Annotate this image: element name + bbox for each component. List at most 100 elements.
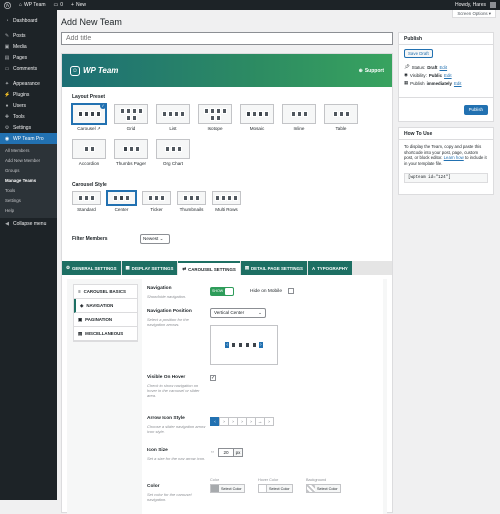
layout-inline[interactable]: Inline [282, 104, 316, 131]
layout-label: Inline [293, 126, 305, 131]
sidebar-item-plugins[interactable]: ⚡ Plugins [0, 89, 57, 100]
screen-options-button[interactable]: Screen Options ▾ [452, 10, 496, 18]
media-icon: ▣ [4, 43, 10, 50]
layout-isotope[interactable]: Isotope [198, 104, 232, 131]
learn-how-link[interactable]: Learn how [444, 155, 464, 160]
carousel-style-ticker[interactable]: Ticker [142, 191, 171, 212]
carousel-style-label: Carousel Style [72, 182, 107, 188]
carousel-style-thumbnails[interactable]: Thumbnails [177, 191, 206, 212]
site-name-link[interactable]: ⌂ WP Team [15, 0, 50, 10]
subtab-label: NAVIGATION [86, 303, 114, 308]
how-to-use-box: How To Use To display the Team, copy and… [398, 127, 494, 195]
team-settings-box: ☺ WP Team ⊕ Support Layout Preset ✓ Caro… [61, 53, 393, 514]
layout-thumbs-pager[interactable]: Thumbs Pager [114, 139, 148, 166]
navigation-toggle[interactable]: SHOW [210, 287, 234, 296]
icon-size-unit: px [233, 448, 243, 457]
collapse-menu-button[interactable]: ◀ Collapse menu [0, 218, 57, 229]
sidebar-item-label: Users [13, 102, 27, 109]
sidebar-item-dashboard[interactable]: ◔ Dashboard [0, 15, 57, 26]
edit-schedule-link[interactable]: Edit [454, 81, 462, 86]
carousel-style-standard[interactable]: Standard [72, 191, 101, 212]
tab-display-settings[interactable]: ▦ DISPLAY SETTINGS [121, 261, 178, 275]
hover-color-sub-label: Hover Color [258, 478, 279, 482]
support-link[interactable]: ⊕ Support [359, 68, 384, 74]
submenu-settings[interactable]: Settings [0, 196, 57, 206]
shortcode-field[interactable]: [wpteam id="124"] [404, 173, 488, 183]
submenu-help[interactable]: Help [0, 206, 57, 216]
comments-count: 0 [60, 2, 64, 8]
tab-general-settings[interactable]: ⚙ GENERAL SETTINGS [62, 261, 121, 275]
nav-position-select[interactable]: Vertical Center ⌄ [210, 308, 266, 318]
plug-icon: ⚡ [4, 91, 11, 98]
hide-on-mobile-checkbox[interactable] [288, 288, 294, 294]
edit-visibility-link[interactable]: Edit [444, 73, 452, 78]
account-menu[interactable]: Howdy, Hares [451, 0, 500, 10]
layout-label: Mosaic [249, 126, 265, 131]
title-input[interactable] [61, 32, 393, 45]
subtab-carousel-basics[interactable]: ≡ CAROUSEL BASICS [74, 285, 137, 299]
layout-grid[interactable]: Grid [114, 104, 148, 131]
save-draft-button[interactable]: Save Draft [404, 49, 433, 58]
sidebar-item-posts[interactable]: ✎ Posts [0, 30, 57, 41]
icon-size-input[interactable]: 20 [218, 448, 234, 457]
toggle-knob [225, 288, 233, 295]
sidebar-item-pages[interactable]: ▤ Pages [0, 52, 57, 63]
tab-label: DETAIL PAGE SETTINGS [250, 265, 303, 271]
subtab-miscellaneous[interactable]: ▤ MISCELLANEOUS [74, 327, 137, 341]
submenu-all-members[interactable]: All Members [0, 146, 57, 156]
sidebar-item-label: Dashboard [13, 17, 38, 24]
support-icon: ⊕ [358, 67, 363, 74]
sidebar-item-media[interactable]: ▣ Media [0, 41, 57, 52]
carousel-style-multi-rows[interactable]: Multi Rows [212, 191, 241, 212]
submenu-manage-teams[interactable]: Manage Teams [0, 176, 57, 186]
sidebar-item-appearance[interactable]: ✦ Appearance [0, 78, 57, 89]
tab-typography[interactable]: A TYPOGRAPHY [307, 261, 352, 275]
gear-icon: ⚙ [66, 265, 70, 270]
new-content-link[interactable]: + New [67, 0, 90, 10]
carousel-icon: ⇄ [182, 266, 187, 271]
layout-carousel[interactable]: ✓ Carousel ↗ [72, 103, 106, 132]
subtab-navigation[interactable]: ◈ NAVIGATION [74, 299, 137, 313]
sidebar-item-wp-team-pro[interactable]: ◉ WP Team Pro [0, 133, 57, 144]
color-sub-label: Color [210, 478, 220, 482]
icon-size-label: Icon Size [147, 448, 168, 453]
pin-icon: 📌︎ [404, 64, 410, 69]
tab-detail-page-settings[interactable]: ▤ DETAIL PAGE SETTINGS [240, 261, 307, 275]
sidebar-item-tools[interactable]: ✚ Tools [0, 111, 57, 122]
carousel-style-center[interactable]: Center [107, 191, 136, 212]
layout-list[interactable]: List [156, 104, 190, 131]
edit-status-link[interactable]: Edit [440, 65, 448, 70]
subtab-pagination[interactable]: ▣ PAGINATION [74, 313, 137, 327]
misc-icon: ▤ [78, 330, 83, 336]
comments-link[interactable]: ▭ 0 [50, 0, 68, 10]
publish-button[interactable]: Publish [463, 105, 488, 115]
brand-name: WP Team [83, 66, 119, 75]
svg-text:W: W [5, 2, 10, 7]
page-icon: ▤ [4, 54, 10, 61]
visible-on-hover-checkbox[interactable]: ✓ [210, 375, 216, 381]
filter-members-select[interactable]: Newest ⌄ [140, 234, 170, 244]
brand-logo: ☺ WP Team [70, 65, 119, 76]
submenu-groups[interactable]: Groups [0, 166, 57, 176]
sidebar-item-settings[interactable]: ⚙ Settings [0, 122, 57, 133]
carousel-style-text: Standard [77, 207, 96, 212]
navigation-icon: ◈ [80, 302, 84, 308]
layout-label: Table [335, 126, 347, 131]
color-picker[interactable]: Select Color [210, 484, 245, 493]
layout-table[interactable]: Table [324, 104, 358, 131]
visibility-row: ◉ Visibility: Public Edit [399, 71, 493, 79]
submenu-add-new-member[interactable]: Add New Member [0, 156, 57, 166]
hover-color-picker[interactable]: Select Color [258, 484, 293, 493]
submenu-tools[interactable]: Tools [0, 186, 57, 196]
navigation-label: Navigation [147, 286, 172, 291]
wordpress-logo[interactable]: W [0, 0, 15, 10]
layout-org-chart[interactable]: Org Chart [156, 139, 190, 166]
sidebar-item-comments[interactable]: ▭ Comments [0, 63, 57, 74]
layout-mosaic[interactable]: Mosaic [240, 104, 274, 131]
background-color-picker[interactable]: Select Color [306, 484, 341, 493]
arrow-left-icon: ‹ [225, 342, 229, 348]
layout-accordion[interactable]: Accordion [72, 139, 106, 166]
sidebar-item-users[interactable]: ● Users [0, 100, 57, 111]
arrow-style-option[interactable]: › [264, 417, 274, 426]
tab-carousel-settings[interactable]: ⇄ CAROUSEL SETTINGS [178, 261, 240, 275]
